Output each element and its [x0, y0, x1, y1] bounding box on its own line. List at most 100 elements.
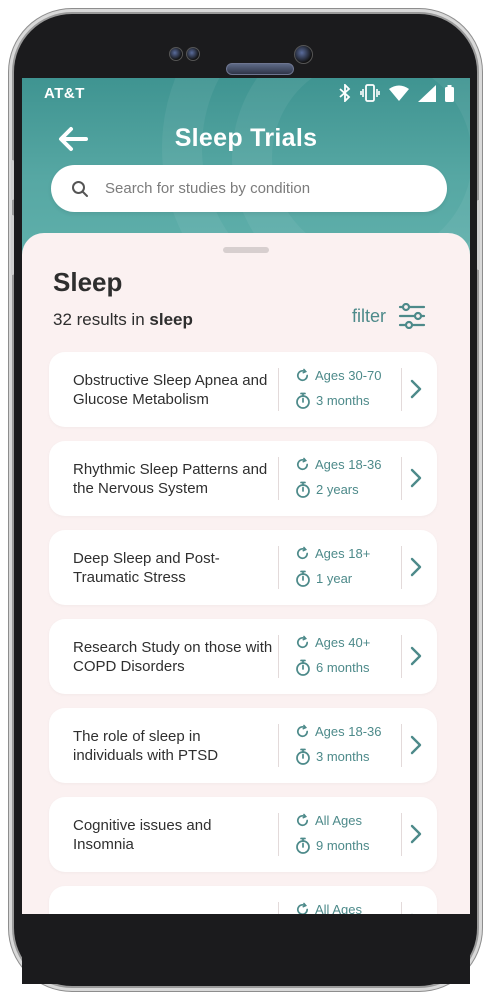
card-divider — [278, 368, 279, 411]
refresh-icon — [297, 546, 309, 560]
card-divider — [278, 457, 279, 500]
study-ages: All Ages — [295, 902, 362, 914]
study-duration-label: 6 months — [316, 660, 370, 675]
carrier-label: AT&T — [44, 85, 85, 102]
stopwatch-icon — [296, 659, 310, 676]
results-sheet: Sleep 32 results in sleep filter Obstruc… — [22, 233, 470, 914]
study-duration: 3 months — [295, 748, 369, 765]
study-duration-label: 2 years — [316, 482, 359, 497]
refresh-icon — [297, 368, 309, 382]
phone-bottom-bezel — [22, 914, 470, 984]
earpiece — [226, 63, 294, 75]
chevron-right-icon[interactable] — [409, 645, 423, 667]
study-ages-label: Ages 40+ — [315, 635, 371, 650]
study-duration: 3 months — [295, 392, 369, 409]
study-card[interactable]: Healing insomnia All Ages — [49, 886, 437, 914]
study-card[interactable]: Research Study on those with COPD Disord… — [49, 619, 437, 694]
stopwatch-icon — [296, 570, 310, 587]
stopwatch-icon — [296, 392, 310, 409]
study-card[interactable]: Rhythmic Sleep Patterns and the Nervous … — [49, 441, 437, 516]
card-divider — [401, 635, 402, 678]
sensor-icon — [169, 47, 183, 61]
study-duration-label: 1 year — [316, 571, 353, 586]
study-title: Cognitive issues and Insomnia — [73, 797, 273, 872]
card-divider — [278, 813, 279, 856]
status-icons — [339, 84, 454, 102]
card-divider — [278, 902, 279, 914]
refresh-icon — [297, 635, 309, 649]
page-header-title: Sleep Trials — [174, 124, 318, 152]
study-title-label: Obstructive Sleep Apnea and Glucose Meta… — [73, 371, 268, 408]
stopwatch-icon — [296, 837, 310, 854]
chevron-right-icon[interactable] — [409, 734, 423, 756]
battery-icon — [445, 84, 454, 102]
study-title: The role of sleep in individuals with PT… — [73, 708, 273, 783]
study-duration: 6 months — [295, 659, 369, 676]
search-icon — [72, 180, 88, 197]
study-ages-label: Ages 18-36 — [315, 457, 382, 472]
refresh-icon — [297, 457, 309, 471]
study-title-label: Deep Sleep and Post-Traumatic Stress — [73, 549, 220, 586]
stopwatch-icon — [296, 748, 310, 765]
vibrate-icon — [360, 84, 380, 102]
study-card[interactable]: Obstructive Sleep Apnea and Glucose Meta… — [49, 352, 437, 427]
sensor-icon — [186, 47, 200, 61]
power-button — [477, 200, 480, 270]
card-divider — [401, 902, 402, 914]
study-ages: Ages 30-70 — [295, 368, 382, 383]
card-divider — [278, 635, 279, 678]
study-title: Deep Sleep and Post-Traumatic Stress — [73, 530, 273, 605]
study-title: Healing insomnia — [73, 886, 273, 914]
study-ages: Ages 18+ — [295, 546, 370, 561]
card-divider — [401, 368, 402, 411]
study-ages-label: Ages 18-36 — [315, 724, 382, 739]
chevron-right-icon[interactable] — [409, 467, 423, 489]
study-card[interactable]: The role of sleep in individuals with PT… — [49, 708, 437, 783]
chevron-right-icon[interactable] — [409, 823, 423, 845]
study-ages: Ages 18-36 — [295, 724, 382, 739]
volume-button — [11, 160, 14, 200]
app-screen: AT&T Sleep Trials Search for studies by … — [22, 78, 470, 914]
refresh-icon — [297, 724, 309, 738]
study-title: Obstructive Sleep Apnea and Glucose Meta… — [73, 352, 273, 427]
cell-signal-icon — [418, 84, 436, 102]
study-card[interactable]: Cognitive issues and Insomnia All Ages 9… — [49, 797, 437, 872]
study-title-label: Rhythmic Sleep Patterns and the Nervous … — [73, 460, 268, 497]
study-duration: 9 months — [295, 837, 369, 854]
bluetooth-icon — [339, 84, 351, 102]
study-ages-label: Ages 18+ — [315, 546, 371, 561]
card-divider — [401, 546, 402, 589]
study-ages: All Ages — [295, 813, 362, 828]
chevron-right-icon[interactable] — [409, 378, 423, 400]
study-title: Rhythmic Sleep Patterns and the Nervous … — [73, 441, 273, 516]
search-input[interactable] — [103, 179, 427, 198]
study-ages-label: Ages 30-70 — [315, 368, 382, 383]
card-divider — [401, 813, 402, 856]
refresh-icon — [297, 902, 309, 914]
study-duration-label: 9 months — [316, 838, 370, 853]
study-duration-label: 3 months — [316, 393, 370, 408]
study-duration-label: 3 months — [316, 749, 370, 764]
card-divider — [278, 724, 279, 767]
study-ages: Ages 18-36 — [295, 457, 382, 472]
chevron-right-icon[interactable] — [409, 556, 423, 578]
study-title: Research Study on those with COPD Disord… — [73, 619, 273, 694]
stopwatch-icon — [296, 481, 310, 498]
results-summary: 32 results in sleep — [53, 310, 193, 330]
drag-handle[interactable] — [223, 247, 269, 253]
search-bar[interactable] — [51, 165, 447, 212]
filter-sliders-icon — [398, 303, 426, 329]
study-ages-label: All Ages — [315, 902, 362, 914]
page-title: Sleep — [53, 267, 123, 297]
card-divider — [401, 724, 402, 767]
study-duration: 1 year — [295, 570, 352, 587]
filter-label: filter — [352, 305, 387, 326]
results-term: sleep — [149, 310, 193, 329]
study-card[interactable]: Deep Sleep and Post-Traumatic Stress Age… — [49, 530, 437, 605]
front-camera-icon — [294, 45, 313, 64]
card-divider — [401, 457, 402, 500]
status-bar: AT&T — [22, 78, 470, 110]
study-title-label: Research Study on those with COPD Disord… — [73, 638, 273, 675]
volume-button — [11, 215, 14, 275]
filter-button[interactable]: filter — [352, 303, 426, 329]
